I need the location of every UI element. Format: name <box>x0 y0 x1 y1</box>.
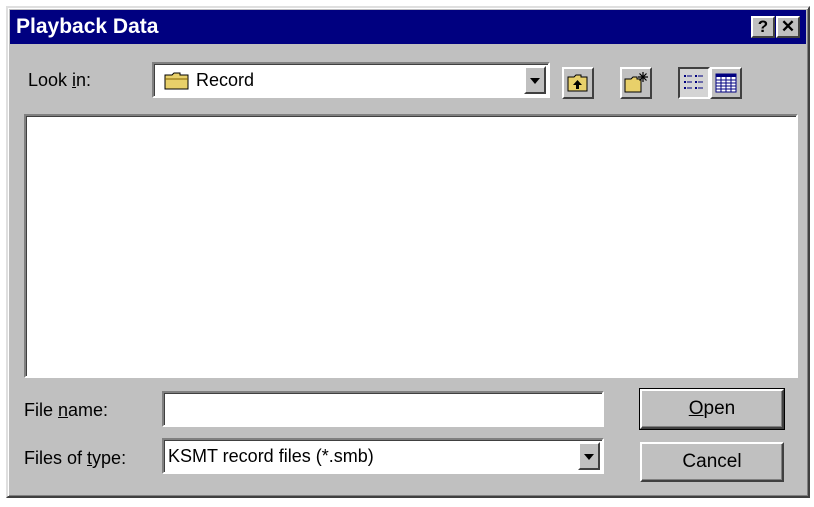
folder-up-icon <box>567 74 588 92</box>
look-in-dropdown[interactable]: Record <box>152 62 550 98</box>
cancel-button[interactable]: Cancel <box>640 442 784 482</box>
file-list[interactable] <box>24 114 798 378</box>
file-name-input[interactable] <box>162 391 604 427</box>
files-of-type-value: KSMT record files (*.smb) <box>168 446 374 466</box>
files-of-type-dropdown[interactable]: KSMT record files (*.smb) <box>162 438 604 474</box>
close-button[interactable]: ✕ <box>776 16 800 38</box>
help-button[interactable]: ? <box>751 16 775 38</box>
dialog-title: Playback Data <box>16 15 159 38</box>
files-of-type-dropdown-arrow[interactable] <box>578 442 600 470</box>
look-in-value: Record <box>196 70 255 90</box>
look-in-label: Look in: <box>28 70 92 90</box>
file-name-label: File name: <box>24 400 109 420</box>
open-button[interactable]: Open <box>639 388 785 430</box>
title-bar[interactable]: Playback Data ? ✕ <box>10 10 806 44</box>
details-view-button[interactable] <box>710 67 742 99</box>
look-in-dropdown-arrow[interactable] <box>524 66 546 94</box>
up-one-level-button[interactable] <box>562 67 594 99</box>
details-view-icon <box>715 73 737 93</box>
folder-icon <box>164 72 189 90</box>
files-of-type-label: Files of type: <box>24 448 127 468</box>
list-view-button[interactable] <box>678 67 710 99</box>
new-folder-icon <box>624 72 648 93</box>
list-view-icon <box>684 75 703 89</box>
create-new-folder-button[interactable] <box>620 67 652 99</box>
playback-data-dialog: Playback Data ? ✕ Look in: Record File n… <box>6 6 810 498</box>
close-icon: ✕ <box>780 17 796 36</box>
